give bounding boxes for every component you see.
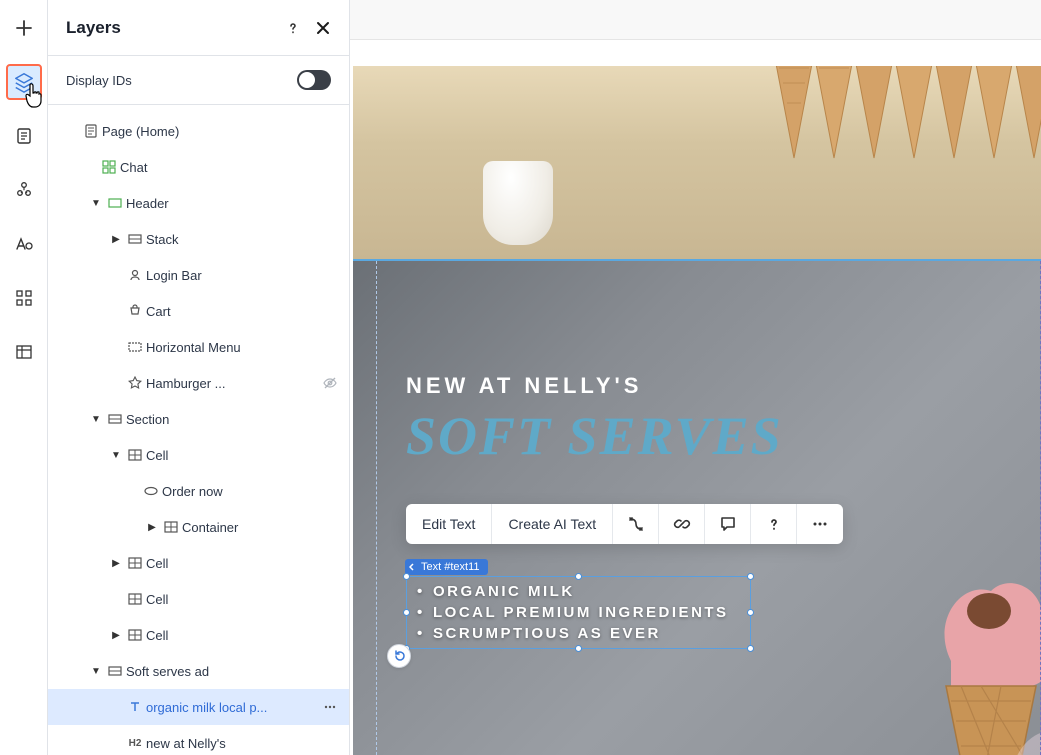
tree-item-newat[interactable]: H2 new at Nelly's bbox=[48, 725, 349, 755]
editor-canvas[interactable]: NEW AT NELLY'S SOFT SERVES Edit Text Cre… bbox=[350, 0, 1041, 755]
tree-item-ordernow[interactable]: Order now bbox=[48, 473, 349, 509]
tree-item-chat[interactable]: Chat bbox=[48, 149, 349, 185]
chevron-down-icon[interactable]: ▼ bbox=[88, 414, 104, 425]
chevron-right-icon[interactable]: ▶ bbox=[108, 234, 124, 245]
cell-icon bbox=[124, 592, 146, 606]
cms-button[interactable] bbox=[6, 334, 42, 370]
add-button[interactable] bbox=[6, 10, 42, 46]
element-badge: Text #text11 bbox=[405, 559, 488, 575]
menu-icon bbox=[124, 340, 146, 354]
list-item: LOCAL PREMIUM INGREDIENTS bbox=[433, 602, 750, 623]
display-ids-row: Display IDs bbox=[48, 56, 349, 105]
page-icon bbox=[80, 124, 102, 138]
chevron-down-icon[interactable]: ▼ bbox=[88, 666, 104, 677]
section-icon bbox=[104, 412, 126, 426]
cell-icon bbox=[124, 556, 146, 570]
cup-image bbox=[483, 161, 553, 245]
cell-icon bbox=[124, 448, 146, 462]
heading-icon: H2 bbox=[124, 738, 146, 749]
pages-button[interactable] bbox=[6, 118, 42, 154]
hero-content: NEW AT NELLY'S SOFT SERVES bbox=[406, 373, 783, 467]
site-styles-button[interactable] bbox=[6, 172, 42, 208]
resize-handle[interactable] bbox=[747, 645, 754, 652]
layers-tree: Page (Home) Chat ▼ Header ▶ Stack Login … bbox=[48, 105, 349, 755]
tree-item-cell1[interactable]: ▼ Cell bbox=[48, 437, 349, 473]
display-ids-toggle[interactable] bbox=[297, 70, 331, 90]
tree-item-login[interactable]: Login Bar bbox=[48, 257, 349, 293]
resize-handle[interactable] bbox=[403, 609, 410, 616]
resize-handle[interactable] bbox=[403, 573, 410, 580]
resize-handle[interactable] bbox=[747, 573, 754, 580]
tree-item-cell4[interactable]: ▶ Cell bbox=[48, 617, 349, 653]
cell-icon bbox=[124, 628, 146, 642]
tree-item-page[interactable]: Page (Home) bbox=[48, 113, 349, 149]
cart-icon bbox=[124, 304, 146, 318]
bullet-list: ORGANIC MILK LOCAL PREMIUM INGREDIENTS S… bbox=[407, 577, 750, 648]
resize-handle[interactable] bbox=[575, 573, 582, 580]
hero-cone-image bbox=[901, 541, 1041, 755]
more-icon[interactable] bbox=[319, 700, 341, 714]
create-ai-text-button[interactable]: Create AI Text bbox=[492, 504, 613, 544]
button-icon bbox=[140, 484, 162, 498]
apps-button[interactable] bbox=[6, 280, 42, 316]
list-item: ORGANIC MILK bbox=[433, 581, 750, 602]
animation-icon[interactable] bbox=[613, 504, 659, 544]
tree-item-hmenu[interactable]: Horizontal Menu bbox=[48, 329, 349, 365]
tree-item-header[interactable]: ▼ Header bbox=[48, 185, 349, 221]
tree-item-cell3[interactable]: Cell bbox=[48, 581, 349, 617]
tree-item-cart[interactable]: Cart bbox=[48, 293, 349, 329]
theme-button[interactable] bbox=[6, 226, 42, 262]
tree-item-cell2[interactable]: ▶ Cell bbox=[48, 545, 349, 581]
tree-item-section[interactable]: ▼ Section bbox=[48, 401, 349, 437]
display-ids-label: Display IDs bbox=[66, 73, 132, 88]
resize-handle[interactable] bbox=[575, 645, 582, 652]
hero-script-title: SOFT SERVES bbox=[406, 405, 783, 467]
login-icon bbox=[124, 268, 146, 282]
cones-row bbox=[781, 66, 1041, 178]
text-toolbar: Edit Text Create AI Text bbox=[406, 504, 843, 544]
comment-icon[interactable] bbox=[705, 504, 751, 544]
tree-item-container[interactable]: ▶ Container bbox=[48, 509, 349, 545]
close-icon[interactable] bbox=[315, 20, 331, 36]
list-item: SCRUMPTIOUS AS EVER bbox=[433, 623, 750, 644]
selected-text-element[interactable]: Text #text11 ORGANIC MILK LOCAL PREMIUM … bbox=[406, 576, 751, 649]
widget-icon bbox=[98, 160, 120, 174]
tree-item-organic[interactable]: organic milk local p... bbox=[48, 689, 349, 725]
chevron-right-icon[interactable]: ▶ bbox=[108, 558, 124, 569]
left-rail bbox=[0, 0, 48, 755]
layers-panel: Layers Display IDs Page (Home) Chat ▼ bbox=[48, 0, 350, 755]
chevron-down-icon[interactable]: ▼ bbox=[88, 198, 104, 209]
star-icon bbox=[124, 376, 146, 390]
section-icon bbox=[104, 664, 126, 678]
hero-heading: NEW AT NELLY'S bbox=[406, 373, 783, 399]
stack-icon bbox=[124, 232, 146, 246]
chevron-right-icon[interactable]: ▶ bbox=[144, 522, 160, 533]
edit-text-button[interactable]: Edit Text bbox=[406, 504, 492, 544]
layers-button[interactable] bbox=[6, 64, 42, 100]
container-icon bbox=[160, 520, 182, 534]
chevron-right-icon[interactable]: ▶ bbox=[108, 630, 124, 641]
more-icon[interactable] bbox=[797, 504, 843, 544]
undo-button[interactable] bbox=[387, 644, 411, 668]
section-icon bbox=[104, 196, 126, 210]
chevron-down-icon[interactable]: ▼ bbox=[108, 450, 124, 461]
help-icon[interactable] bbox=[751, 504, 797, 544]
help-icon[interactable] bbox=[285, 20, 301, 36]
hidden-icon[interactable] bbox=[319, 375, 341, 391]
panel-header: Layers bbox=[48, 0, 349, 56]
canvas-top-bar bbox=[350, 0, 1041, 40]
tree-item-softserves[interactable]: ▼ Soft serves ad bbox=[48, 653, 349, 689]
tree-item-stack[interactable]: ▶ Stack bbox=[48, 221, 349, 257]
tree-item-hamburger[interactable]: Hamburger ... bbox=[48, 365, 349, 401]
link-icon[interactable] bbox=[659, 504, 705, 544]
text-icon bbox=[124, 700, 146, 714]
panel-title: Layers bbox=[66, 18, 121, 38]
resize-handle[interactable] bbox=[747, 609, 754, 616]
